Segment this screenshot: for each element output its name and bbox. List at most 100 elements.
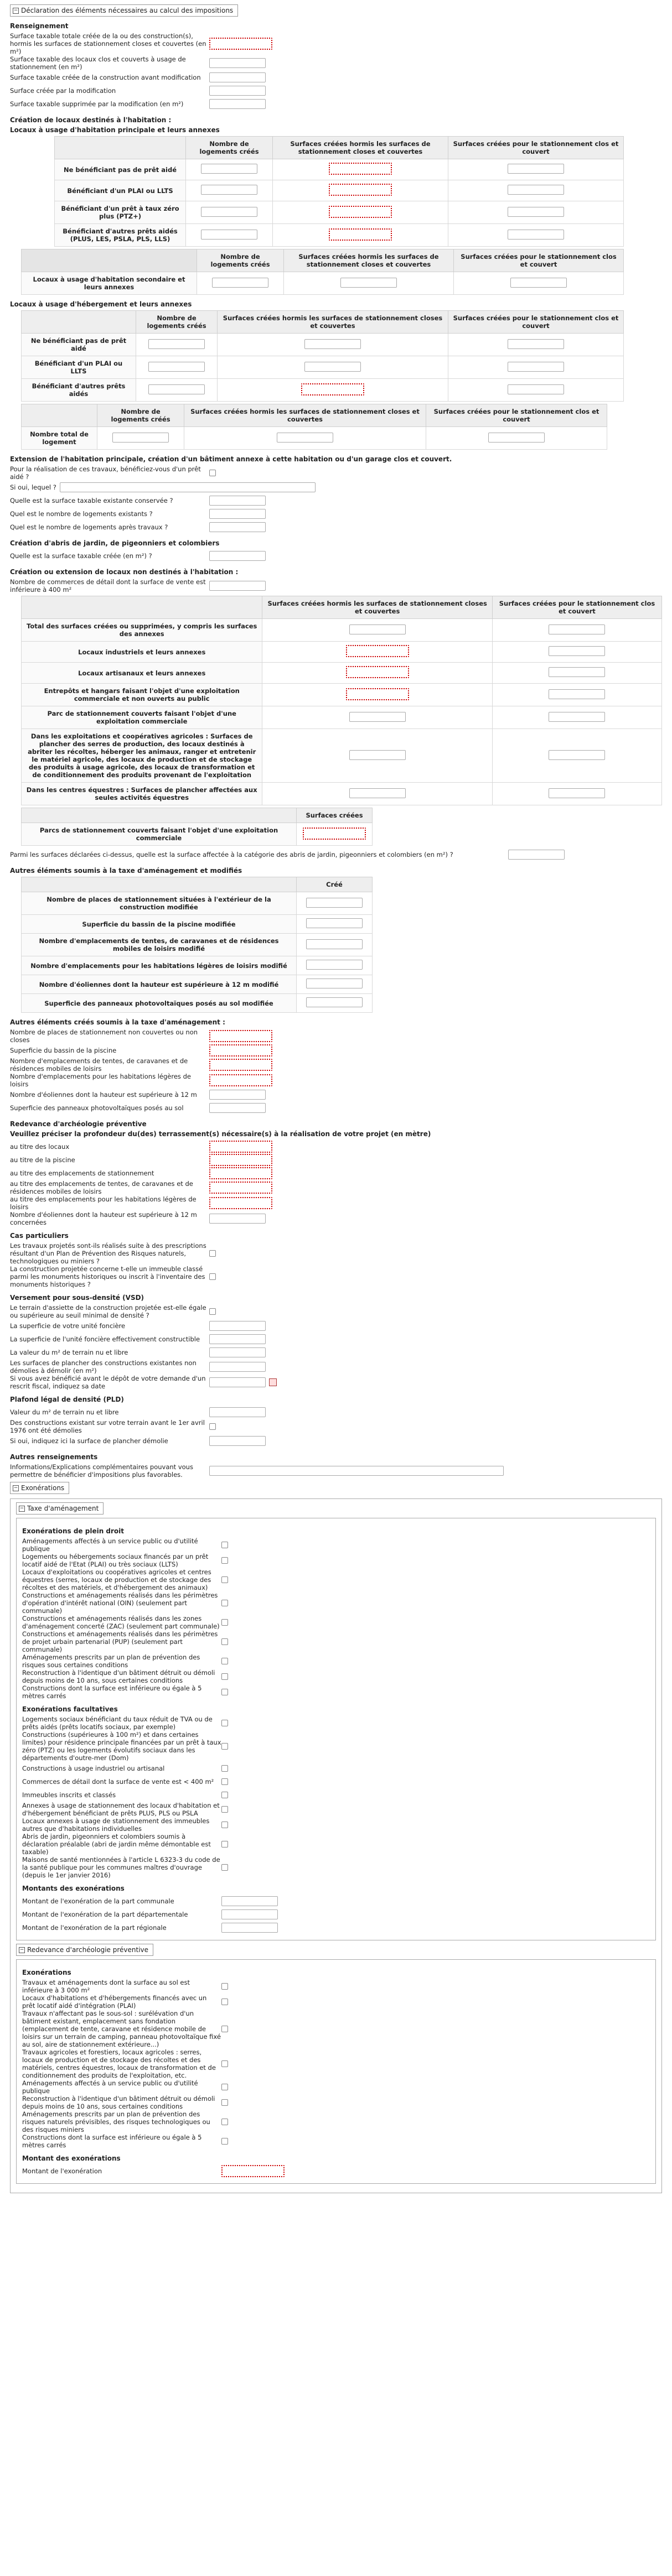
collapse-icon[interactable]: − — [13, 8, 19, 14]
checkbox[interactable] — [221, 2060, 228, 2067]
collapse-icon[interactable]: − — [19, 1506, 25, 1512]
checkbox[interactable] — [221, 2026, 228, 2032]
input-field[interactable] — [349, 750, 406, 760]
input-field[interactable] — [549, 689, 606, 699]
input-field[interactable] — [148, 384, 205, 394]
input-field[interactable] — [221, 1923, 278, 1933]
input-field[interactable] — [549, 624, 606, 634]
checkbox[interactable] — [221, 1822, 228, 1828]
input-field[interactable] — [329, 205, 392, 218]
input-field[interactable] — [209, 1167, 272, 1179]
input-field[interactable] — [209, 1059, 272, 1071]
checkbox[interactable] — [221, 1743, 228, 1750]
checkbox[interactable] — [221, 1673, 228, 1680]
checkbox[interactable] — [221, 1806, 228, 1813]
checkbox[interactable] — [221, 1600, 228, 1606]
input-field[interactable] — [209, 1347, 266, 1357]
input-field[interactable] — [508, 339, 564, 349]
checkbox[interactable] — [221, 1864, 228, 1871]
input-field[interactable] — [508, 164, 564, 174]
checkbox[interactable] — [209, 470, 216, 476]
input-field[interactable] — [209, 1436, 266, 1446]
input-field[interactable] — [508, 185, 564, 195]
input-field[interactable] — [209, 1407, 266, 1417]
input-field[interactable] — [212, 277, 268, 288]
input-field[interactable] — [209, 551, 266, 561]
input-field[interactable] — [277, 432, 333, 443]
input-field[interactable] — [209, 1466, 504, 1476]
input-field[interactable] — [209, 1090, 266, 1100]
input-field[interactable] — [508, 206, 564, 217]
input-field[interactable] — [306, 897, 363, 908]
input-field[interactable] — [209, 522, 266, 532]
taxe-legend[interactable]: − Taxe d'aménagement — [16, 1502, 104, 1515]
input-field[interactable] — [209, 1362, 266, 1372]
input-field[interactable] — [112, 432, 169, 443]
input-field[interactable] — [304, 339, 361, 349]
input-field[interactable] — [209, 1154, 272, 1166]
checkbox[interactable] — [221, 1658, 228, 1664]
input-field[interactable] — [303, 827, 366, 840]
checkbox[interactable] — [221, 1999, 228, 2005]
input-field[interactable] — [209, 509, 266, 519]
input-field[interactable] — [549, 646, 606, 656]
input-field[interactable] — [306, 997, 363, 1007]
rap-legend[interactable]: − Redevance d'archéologie préventive — [16, 1944, 154, 1956]
input-field[interactable] — [549, 711, 606, 722]
input-field[interactable] — [508, 361, 564, 372]
checkbox[interactable] — [221, 1841, 228, 1848]
input-field[interactable] — [349, 788, 406, 798]
checkbox[interactable] — [209, 1273, 216, 1280]
input-field[interactable] — [221, 2165, 285, 2177]
input-field[interactable] — [209, 72, 266, 82]
input-field[interactable] — [209, 1321, 266, 1331]
input-field[interactable] — [329, 228, 392, 241]
checkbox[interactable] — [221, 1576, 228, 1583]
input-field[interactable] — [209, 1044, 272, 1057]
input-field[interactable] — [345, 688, 409, 700]
input-field[interactable] — [306, 960, 363, 970]
input-field[interactable] — [349, 624, 406, 634]
checkbox[interactable] — [221, 1619, 228, 1626]
input-field[interactable] — [340, 277, 397, 288]
input-field[interactable] — [209, 1103, 266, 1113]
input-field[interactable] — [329, 163, 392, 175]
checkbox[interactable] — [209, 1308, 216, 1315]
checkbox[interactable] — [209, 1250, 216, 1257]
exonerations-legend[interactable]: − Exonérations — [10, 1482, 70, 1494]
input-field[interactable] — [345, 645, 409, 657]
checkbox[interactable] — [221, 1542, 228, 1548]
input-field[interactable] — [201, 185, 257, 195]
input-field[interactable] — [510, 277, 567, 288]
input-field[interactable] — [201, 229, 257, 240]
checkbox[interactable] — [221, 2099, 228, 2106]
checkbox[interactable] — [221, 2138, 228, 2145]
input-field[interactable] — [345, 666, 409, 678]
checkbox[interactable] — [221, 1689, 228, 1695]
input-field[interactable] — [209, 86, 266, 96]
input-field[interactable] — [488, 432, 545, 443]
input-field[interactable] — [301, 383, 364, 395]
checkbox[interactable] — [221, 1557, 228, 1564]
input-field[interactable] — [221, 1896, 278, 1906]
input-field[interactable] — [201, 206, 257, 217]
input-field[interactable] — [508, 850, 565, 860]
input-field[interactable] — [549, 788, 606, 798]
checkbox[interactable] — [221, 1983, 228, 1990]
checkbox[interactable] — [221, 2084, 228, 2090]
checkbox[interactable] — [221, 1720, 228, 1726]
collapse-icon[interactable]: − — [19, 1947, 25, 1953]
input-field[interactable] — [209, 496, 266, 506]
section-legend[interactable]: − Déclaration des éléments nécessaires au… — [10, 4, 239, 17]
checkbox[interactable] — [209, 1423, 216, 1430]
input-field[interactable] — [209, 38, 272, 50]
input-field[interactable] — [349, 711, 406, 722]
input-field[interactable] — [508, 384, 564, 394]
input-field[interactable] — [209, 1214, 266, 1224]
input-field[interactable] — [549, 750, 606, 760]
input-field[interactable] — [508, 229, 564, 240]
input-field[interactable] — [209, 581, 266, 591]
input-field[interactable] — [148, 361, 205, 372]
checkbox[interactable] — [221, 2119, 228, 2125]
input-field[interactable] — [60, 482, 316, 492]
